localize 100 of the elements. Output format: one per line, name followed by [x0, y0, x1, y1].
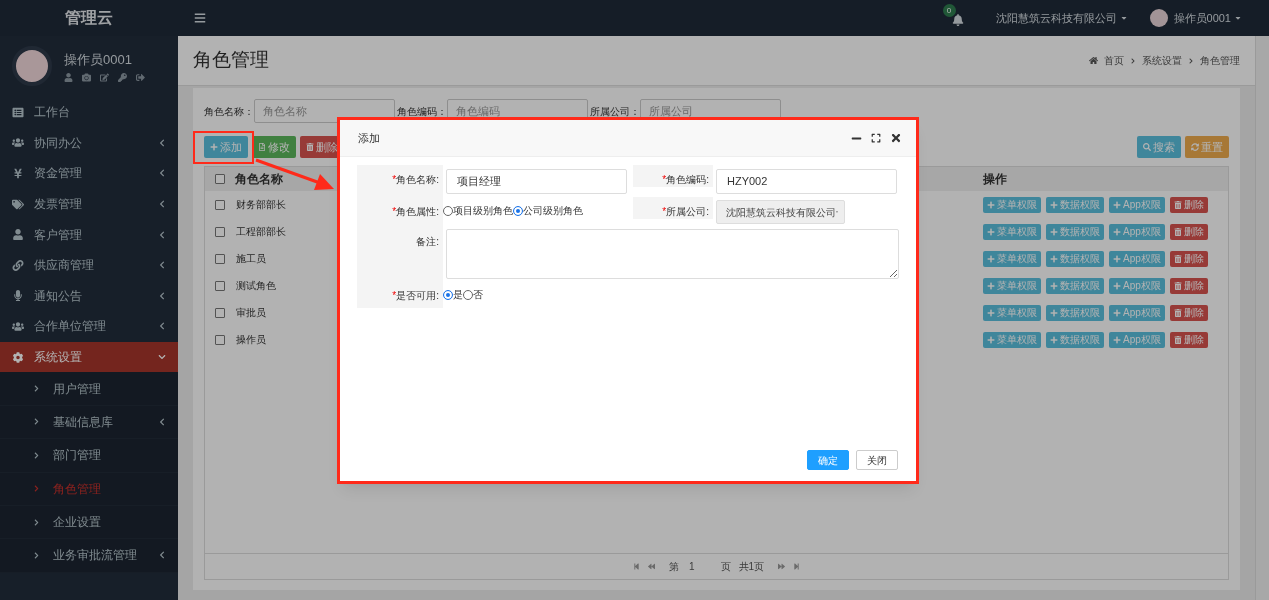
add-button[interactable]: 数据权限 — [1046, 304, 1104, 321]
sidebar-item[interactable]: 通知公告 — [0, 280, 178, 312]
close-button[interactable]: 关闭 — [856, 450, 898, 470]
add-button[interactable]: 数据权限 — [1046, 277, 1104, 294]
user-icon[interactable] — [64, 73, 73, 83]
camera-icon[interactable] — [82, 73, 91, 83]
sidebar-item[interactable]: 协同办公 — [0, 127, 178, 159]
add-button[interactable]: App权限 — [1109, 196, 1165, 213]
chevron-right-icon — [33, 552, 40, 559]
add-button[interactable]: 数据权限 — [1046, 196, 1104, 213]
app-title: 管理云 — [65, 8, 113, 28]
add-button[interactable]: 添加 — [204, 136, 248, 158]
radio-option[interactable]: 项目级别角色 — [443, 203, 513, 218]
logout-icon[interactable] — [136, 73, 145, 83]
delete-button[interactable]: 删除 — [1169, 250, 1208, 267]
checkbox[interactable] — [215, 307, 225, 318]
profile-name: 操作员0001 — [64, 50, 133, 69]
sidebar-item[interactable]: 合作单位管理 — [0, 311, 178, 342]
add-button[interactable]: App权限 — [1109, 250, 1165, 267]
delete-button[interactable]: 删除 — [1169, 196, 1208, 213]
plus-icon — [1113, 227, 1121, 236]
last-page-icon[interactable] — [793, 563, 801, 570]
breadcrumb-link[interactable]: 系统设置 — [1142, 53, 1182, 68]
first-page-icon[interactable] — [632, 563, 640, 570]
delete-button[interactable]: 删除 — [1169, 331, 1208, 348]
trash-icon — [1173, 254, 1182, 263]
filter-field[interactable]: 角色名称 — [254, 99, 395, 123]
text-field[interactable]: 项目经理 — [446, 169, 627, 194]
add-button[interactable]: 数据权限 — [1046, 331, 1104, 348]
key-icon[interactable] — [118, 73, 127, 83]
radio-option[interactable]: 否 — [463, 287, 483, 302]
plus-icon — [987, 254, 995, 263]
add-button[interactable]: 数据权限 — [1046, 250, 1104, 267]
radio-option[interactable]: 公司级别角色 — [513, 203, 583, 218]
sidebar-item[interactable]: 供应商管理 — [0, 249, 178, 281]
add-button[interactable]: 菜单权限 — [983, 277, 1041, 294]
user-icon — [12, 229, 24, 241]
reset-button[interactable]: 重置 — [1185, 136, 1229, 158]
chevron-right-icon — [33, 418, 40, 426]
add-button[interactable]: App权限 — [1109, 331, 1165, 348]
delete-button[interactable]: 删除 — [1169, 223, 1208, 240]
close-icon[interactable] — [890, 132, 902, 144]
delete-button[interactable]: 删除 — [1169, 304, 1208, 321]
text-field[interactable]: HZY002 — [716, 168, 897, 194]
add-button[interactable]: 菜单权限 — [983, 331, 1041, 348]
plus-icon — [1050, 227, 1058, 236]
company-menu[interactable]: 沈阳慧筑云科技有限公司 — [995, 9, 1128, 27]
maximize-icon[interactable] — [871, 133, 881, 143]
breadcrumb-link[interactable]: 首页 — [1104, 53, 1124, 68]
refresh-icon — [1191, 143, 1199, 151]
checkbox[interactable] — [215, 280, 225, 291]
plus-icon — [987, 281, 995, 290]
add-button[interactable]: App权限 — [1109, 223, 1165, 240]
add-button[interactable]: 数据权限 — [1046, 223, 1104, 240]
delete-button[interactable]: 删除 — [1169, 277, 1208, 294]
checkbox[interactable] — [215, 174, 225, 184]
column-header: 角色名称 — [235, 172, 283, 186]
remark-field[interactable] — [446, 229, 899, 279]
plus-icon — [987, 200, 995, 209]
radio-button[interactable] — [463, 289, 473, 300]
add-button[interactable]: App权限 — [1109, 277, 1165, 294]
notification-badge: 0 — [942, 4, 956, 17]
add-button[interactable]: 菜单权限 — [983, 196, 1041, 213]
chevron-left-icon — [158, 138, 166, 147]
dialog-title: 添加 — [358, 130, 380, 146]
page-field[interactable]: 1 — [686, 559, 697, 574]
checkbox[interactable] — [215, 334, 225, 345]
user-menu[interactable]: 操作员0001 — [1173, 9, 1242, 27]
edit-icon[interactable] — [100, 73, 109, 83]
sidebar-item[interactable]: 客户管理 — [0, 219, 178, 250]
checkbox[interactable] — [215, 253, 225, 264]
add-button[interactable]: 菜单权限 — [983, 304, 1041, 321]
add-button[interactable]: 菜单权限 — [983, 250, 1041, 267]
checkbox[interactable] — [215, 226, 225, 237]
sidebar-item[interactable]: 系统设置 — [0, 341, 178, 373]
plus-icon — [1050, 200, 1058, 209]
previous-page-icon[interactable] — [647, 563, 655, 570]
radio-option[interactable]: 是 — [443, 287, 463, 302]
sidebar-item[interactable]: 工作台 — [0, 97, 178, 128]
sidebar-item[interactable]: 资金管理 — [0, 158, 178, 189]
confirm-button[interactable]: 确定 — [807, 450, 849, 470]
search-button[interactable]: 搜索 — [1137, 136, 1181, 158]
bell-icon[interactable] — [951, 14, 964, 26]
radio-button[interactable] — [513, 205, 523, 216]
edit-button[interactable]: 修改 — [252, 136, 296, 158]
scrollbar[interactable] — [1255, 36, 1269, 600]
checkbox[interactable] — [215, 199, 225, 210]
radio-button[interactable] — [443, 205, 453, 216]
sidebar-item[interactable]: 发票管理 — [0, 188, 178, 220]
next-page-icon[interactable] — [778, 563, 786, 570]
plus-icon — [1113, 254, 1121, 263]
radio-button[interactable] — [443, 289, 453, 300]
highlight-frame — [193, 131, 254, 164]
chevron-left-icon — [158, 551, 166, 560]
add-button[interactable]: App权限 — [1109, 304, 1165, 321]
menu-icon[interactable] — [194, 12, 206, 24]
chevron-left-icon — [158, 291, 166, 300]
breadcrumb-link[interactable]: 角色管理 — [1200, 53, 1240, 68]
avatar — [12, 46, 52, 86]
add-button[interactable]: 菜单权限 — [983, 223, 1041, 240]
